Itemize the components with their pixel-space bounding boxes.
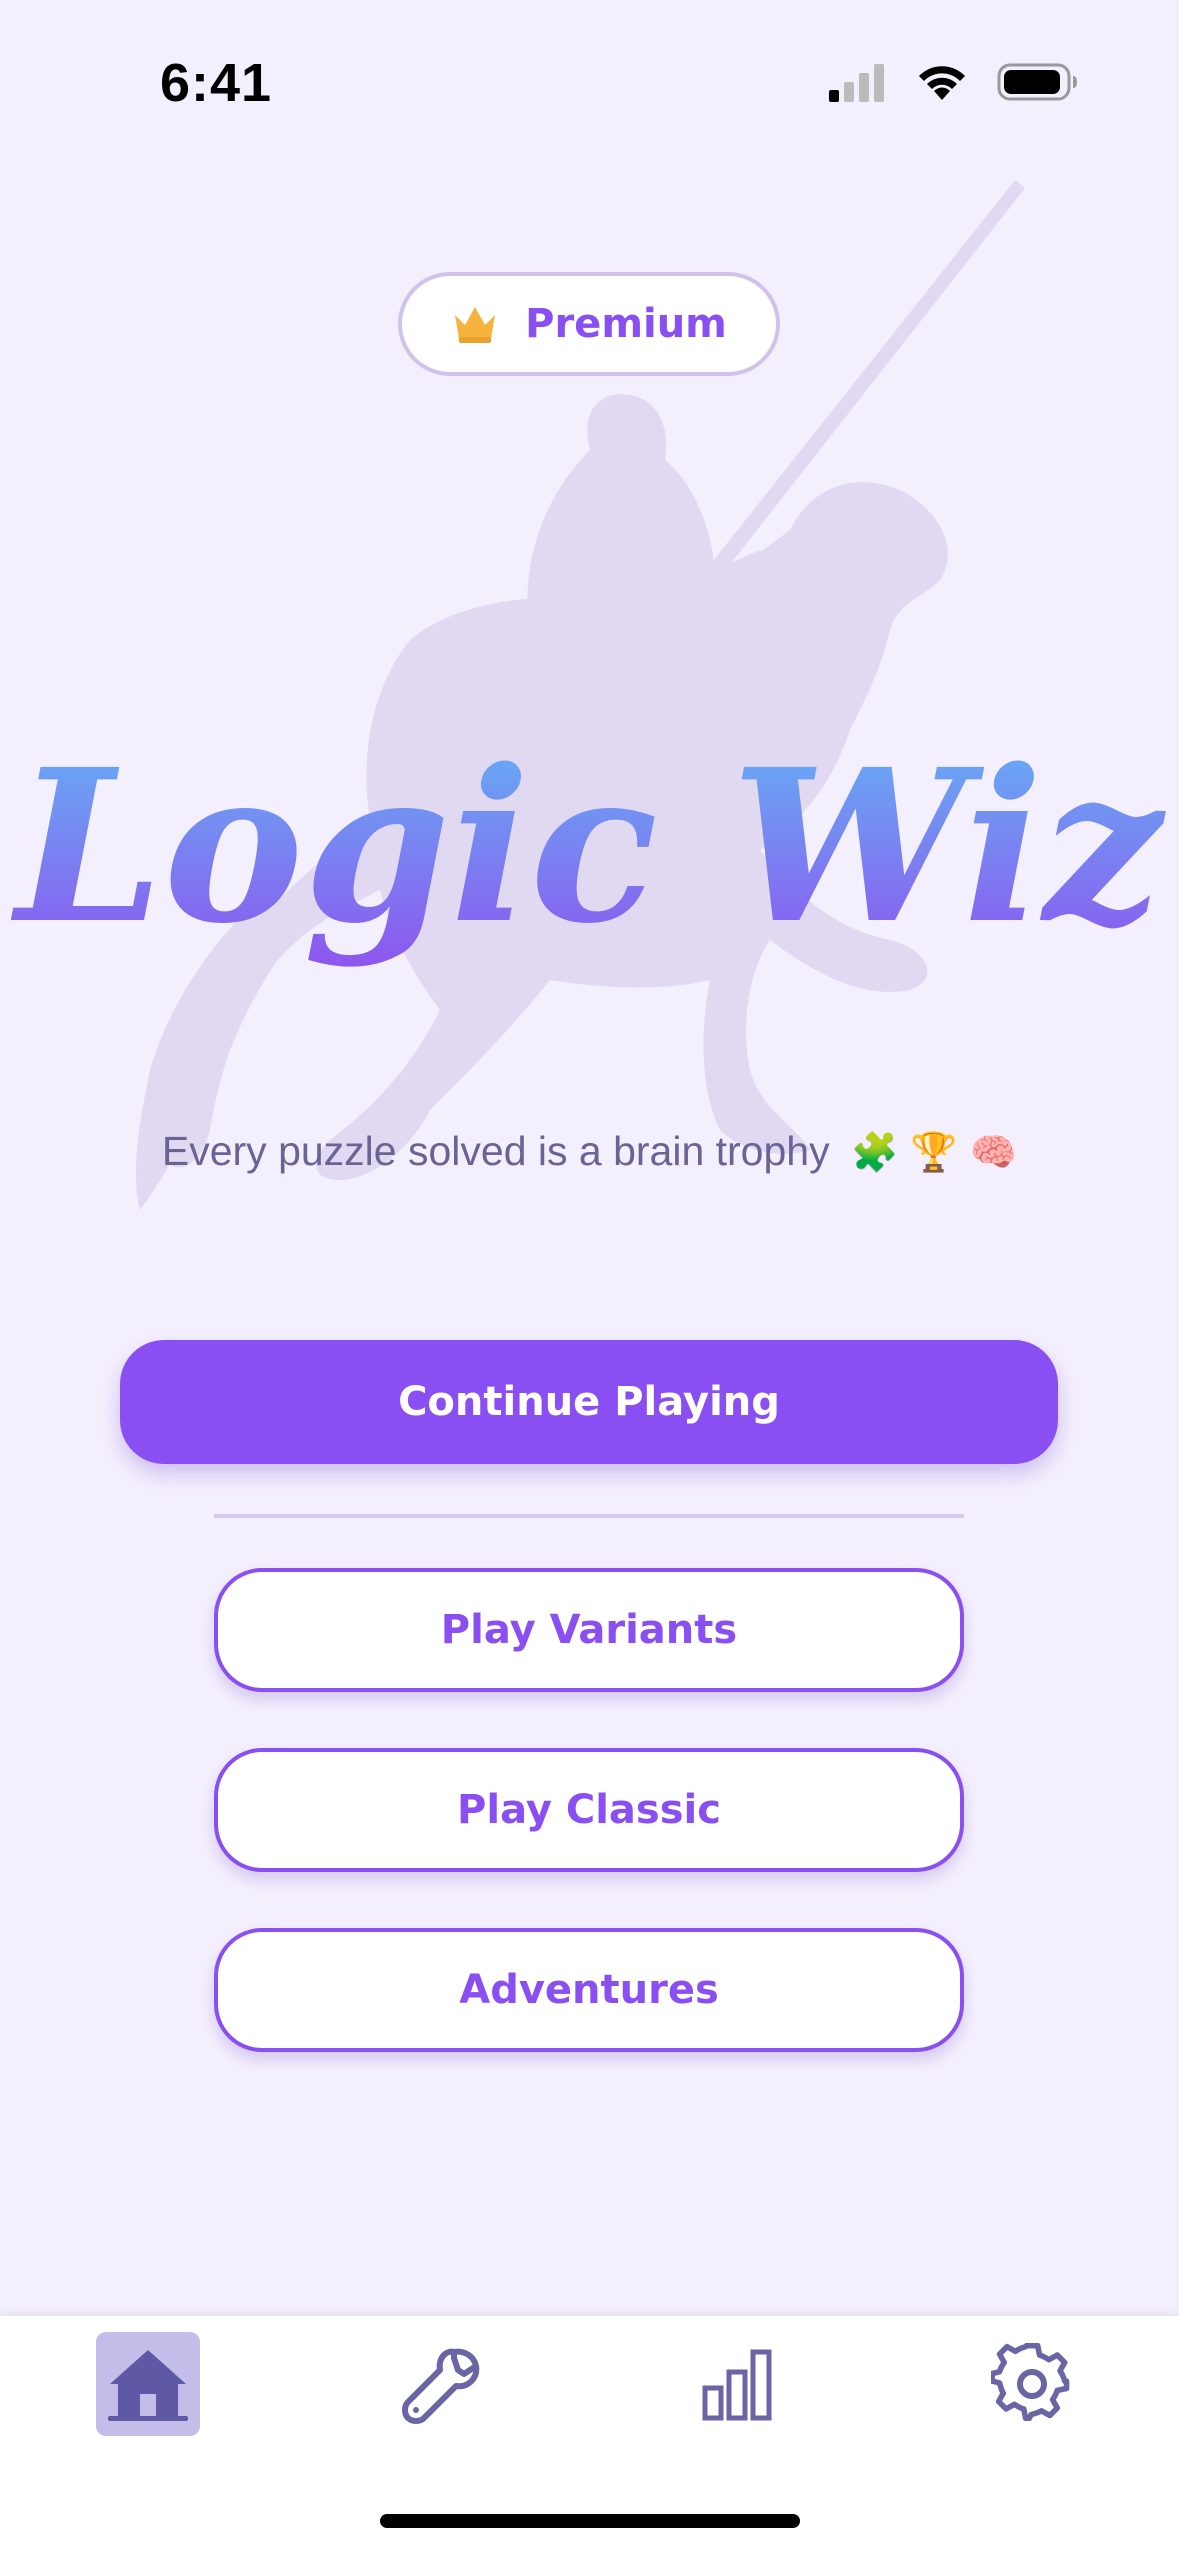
bar-chart-icon (702, 2349, 772, 2421)
tab-home[interactable] (96, 2332, 200, 2436)
tab-tools[interactable] (390, 2332, 494, 2436)
play-variants-button[interactable]: Play Variants (214, 1568, 964, 1692)
logo-text: Logic Wiz (11, 723, 1166, 970)
wrench-icon (402, 2348, 480, 2424)
premium-label: Premium (525, 301, 727, 347)
gear-icon (991, 2343, 1070, 2422)
status-bar: 6:41 (0, 0, 1179, 160)
tab-settings[interactable] (980, 2332, 1084, 2436)
tab-stats[interactable] (685, 2332, 789, 2436)
status-icons (827, 62, 1079, 102)
play-classic-button[interactable]: Play Classic (214, 1748, 964, 1872)
tagline-emojis: 🧩 🏆 🧠 (851, 1130, 1018, 1174)
wifi-icon (919, 66, 965, 100)
continue-playing-button[interactable]: Continue Playing (120, 1340, 1058, 1464)
cellular-signal-icon (829, 64, 884, 102)
home-icon (108, 2350, 188, 2421)
battery-icon (997, 63, 1077, 101)
tagline-text: Every puzzle solved is a brain trophy (161, 1128, 830, 1174)
status-time: 6:41 (160, 53, 273, 113)
divider (214, 1514, 964, 1518)
adventures-button[interactable]: Adventures (214, 1928, 964, 2052)
crown-icon (455, 307, 496, 343)
home-screen: 6:41 Premium Logic Wiz Every puzzle solv… (0, 0, 1179, 2556)
premium-button[interactable]: Premium (398, 272, 780, 376)
app-logo: Logic Wiz (11, 723, 1166, 970)
home-indicator[interactable] (380, 2514, 800, 2528)
tagline: Every puzzle solved is a brain trophy 🧩 … (0, 1128, 1179, 1175)
